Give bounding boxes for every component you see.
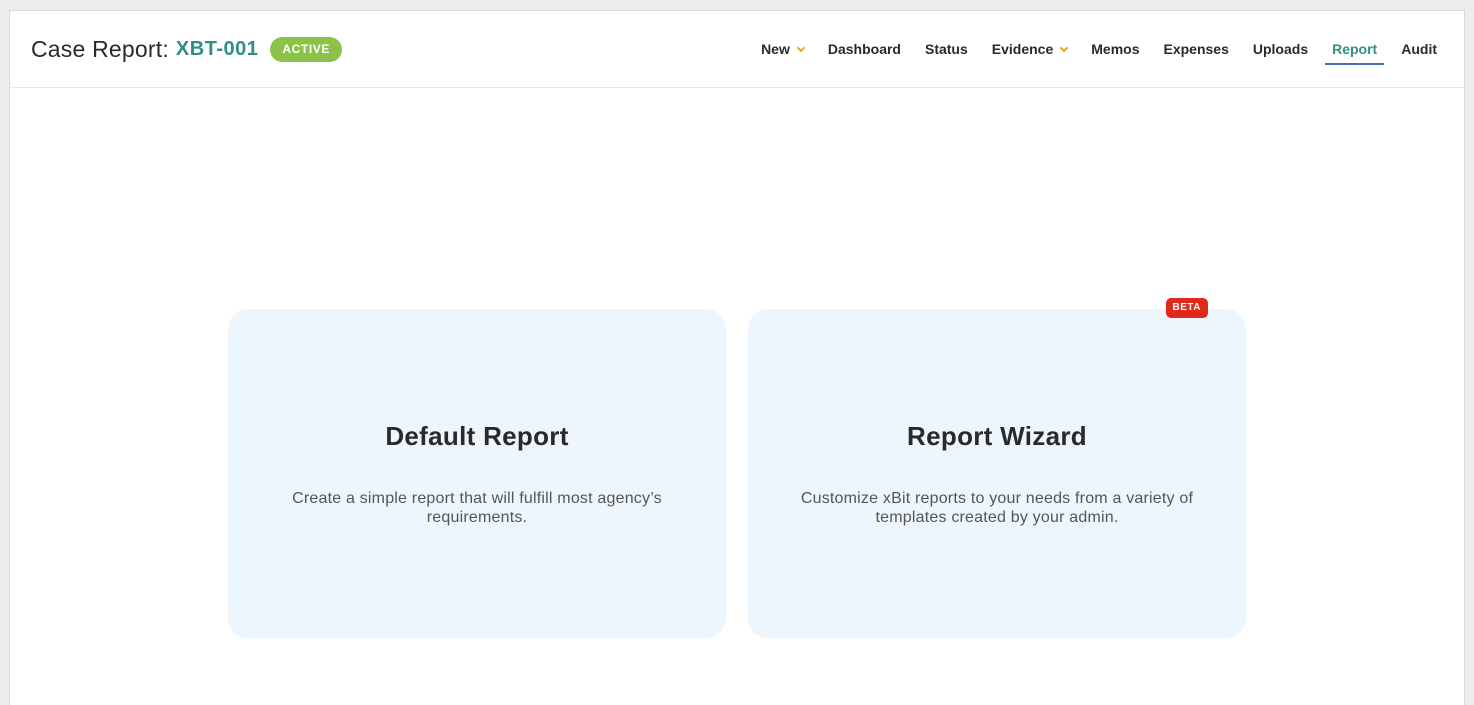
card-title: Report Wizard xyxy=(907,421,1087,451)
nav-item-evidence[interactable]: Evidence xyxy=(985,11,1074,87)
nav-item-audit[interactable]: Audit xyxy=(1394,11,1444,87)
nav-item-label: Dashboard xyxy=(827,41,901,57)
nav-item-label: Evidence xyxy=(991,41,1054,57)
nav-item-label: Status xyxy=(924,41,968,57)
case-id: XBT-001 xyxy=(175,37,259,60)
nav-item-label: Audit xyxy=(1401,41,1437,57)
nav-item-label: New xyxy=(761,41,790,57)
page-title: Case Report: xyxy=(31,35,169,62)
status-badge: ACTIVE xyxy=(270,36,342,62)
report-options: Default Report Create a simple report th… xyxy=(228,298,1246,638)
card-title: Default Report xyxy=(385,421,569,451)
card-description: Create a simple report that will fulfill… xyxy=(292,490,662,526)
page-header: Case Report: XBT-001 ACTIVE New Dashboar… xyxy=(10,11,1464,88)
chevron-down-icon xyxy=(796,43,806,52)
nav-item-label: Expenses xyxy=(1163,41,1229,57)
app-frame: Case Report: XBT-001 ACTIVE New Dashboar… xyxy=(9,10,1465,705)
nav-item-report[interactable]: Report xyxy=(1325,11,1385,87)
nav-item-dashboard[interactable]: Dashboard xyxy=(821,11,908,87)
nav-item-uploads[interactable]: Uploads xyxy=(1246,11,1315,87)
default-report-card[interactable]: Default Report Create a simple report th… xyxy=(228,309,726,638)
nav-item-memos[interactable]: Memos xyxy=(1084,11,1146,87)
nav-item-expenses[interactable]: Expenses xyxy=(1157,11,1236,87)
nav-item-label: Uploads xyxy=(1252,41,1309,57)
title-group: Case Report: XBT-001 ACTIVE xyxy=(31,36,342,63)
card-description: Customize xBit reports to your needs fro… xyxy=(800,490,1194,526)
top-nav: New Dashboard Status Evidence Memos Expe… xyxy=(744,11,1444,87)
nav-item-label: Memos xyxy=(1091,41,1140,57)
nav-item-label: Report xyxy=(1332,41,1378,57)
nav-item-status[interactable]: Status xyxy=(918,11,975,87)
chevron-down-icon xyxy=(1060,43,1069,52)
nav-item-new[interactable]: New xyxy=(754,11,811,87)
report-wizard-card[interactable]: BETA Report Wizard Customize xBit report… xyxy=(748,298,1246,638)
beta-badge: BETA xyxy=(1165,298,1208,318)
